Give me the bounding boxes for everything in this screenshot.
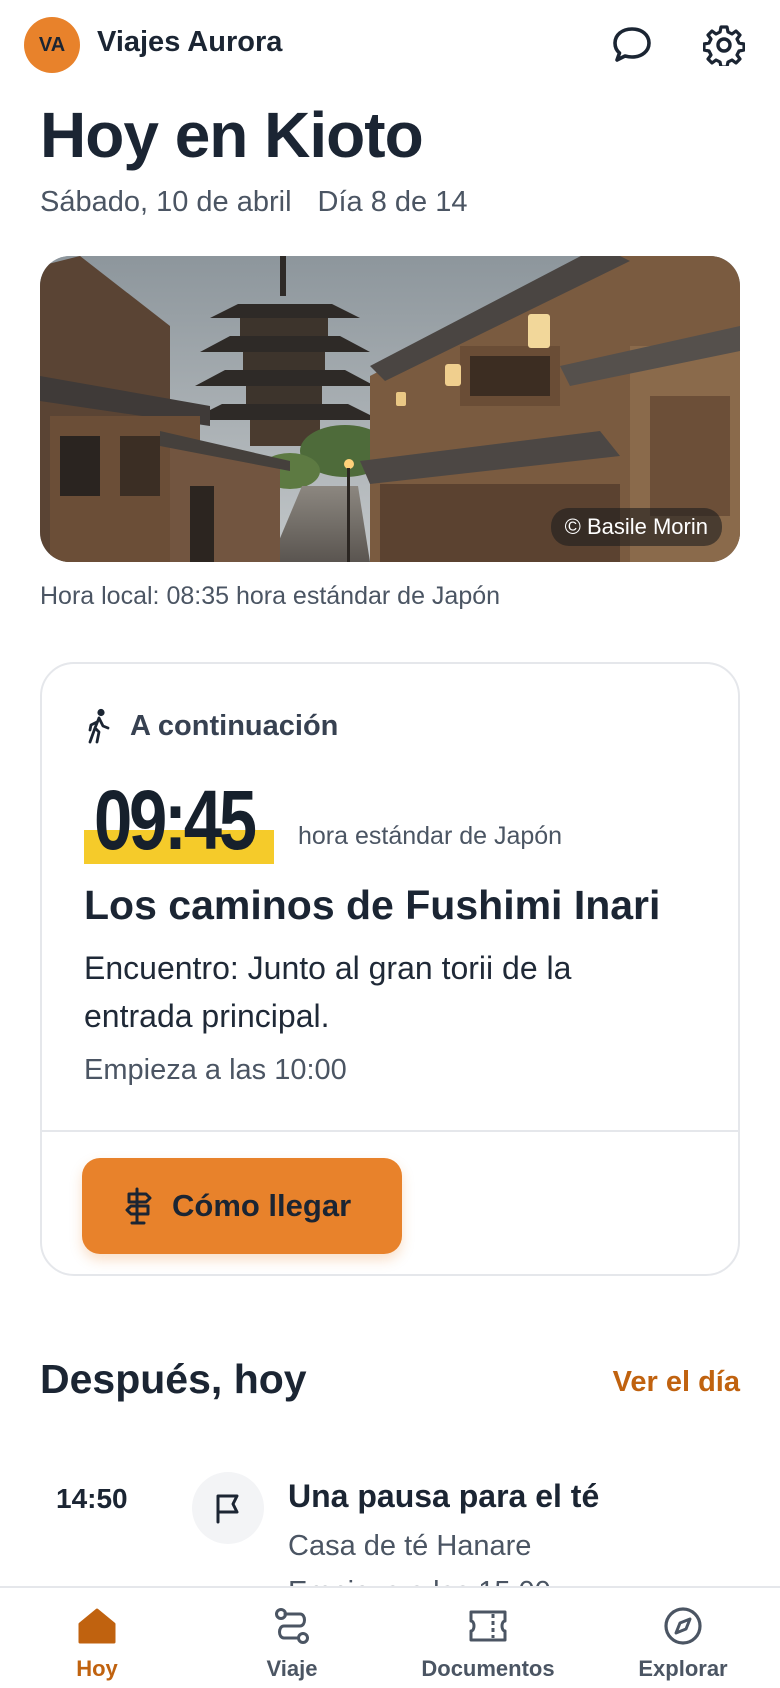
photo-credit: © Basile Morin xyxy=(550,508,722,546)
nav-item-documentos[interactable]: Documentos xyxy=(410,1588,566,1688)
next-activity-time: 09:45 xyxy=(84,778,274,864)
next-activity-start-time: Empieza a las 10:00 xyxy=(84,1054,347,1086)
current-date: Sábado, 10 de abril xyxy=(40,186,292,218)
next-activity-title: Los caminos de Fushimi Inari xyxy=(84,882,661,928)
hero-image: © Basile Morin xyxy=(40,256,740,562)
next-activity-header: A continuación xyxy=(86,708,338,744)
chat-bubble-icon xyxy=(613,27,651,62)
nav-item-label: Viaje xyxy=(266,1656,318,1681)
route-icon xyxy=(275,1608,309,1644)
next-activity-meeting-point: Encuentro: Junto al gran torii de la ent… xyxy=(84,950,572,1034)
list-item-icon-circle xyxy=(192,1472,264,1544)
next-activity-label: A continuación xyxy=(130,709,339,742)
directions-button[interactable]: Cómo llegar xyxy=(82,1158,402,1254)
signpost-icon xyxy=(125,1187,152,1225)
list-item-place: Casa de té Hanare xyxy=(288,1530,532,1562)
chat-button[interactable] xyxy=(607,20,657,70)
ticket-icon xyxy=(469,1610,507,1642)
later-today-heading: Después, hoy xyxy=(40,1356,307,1402)
nav-item-label: Hoy xyxy=(76,1656,118,1681)
directions-button-label: Cómo llegar xyxy=(172,1188,352,1223)
page-title: Hoy en Kioto xyxy=(40,99,424,171)
flag-icon xyxy=(216,1494,239,1524)
next-activity-time-value: 09:45 xyxy=(94,773,257,867)
next-activity-card: A continuación 09:45 hora estándar de Ja… xyxy=(40,662,740,1276)
walking-person-icon xyxy=(88,708,110,744)
top-bar: VA Viajes Aurora xyxy=(0,0,780,90)
gear-icon xyxy=(703,25,745,66)
nav-item-explorar[interactable]: Explorar xyxy=(628,1588,738,1688)
list-item-title: Una pausa para el té xyxy=(288,1478,600,1514)
avatar[interactable]: VA xyxy=(24,17,80,73)
compass-icon xyxy=(664,1607,702,1645)
nav-item-viaje[interactable]: Viaje xyxy=(252,1588,332,1688)
nav-item-hoy[interactable]: Hoy xyxy=(57,1588,137,1688)
nav-item-label: Documentos xyxy=(421,1656,555,1681)
home-icon xyxy=(78,1608,116,1644)
list-item-time: 14:50 xyxy=(56,1483,128,1514)
brand-name: Viajes Aurora xyxy=(97,26,283,58)
view-day-link[interactable]: Ver el día xyxy=(613,1366,740,1399)
nav-item-label: Explorar xyxy=(638,1656,728,1681)
local-time: Hora local: 08:35 hora estándar de Japón xyxy=(40,582,501,610)
card-divider xyxy=(42,1130,738,1132)
settings-button[interactable] xyxy=(699,20,749,70)
bottom-navigation: Hoy Viaje Documentos Explorar xyxy=(0,1586,780,1688)
next-activity-timezone: hora estándar de Japón xyxy=(298,822,563,850)
trip-day-progress: Día 8 de 14 xyxy=(317,186,468,218)
page-subtitle: Sábado, 10 de abril Día 8 de 14 xyxy=(40,186,467,219)
